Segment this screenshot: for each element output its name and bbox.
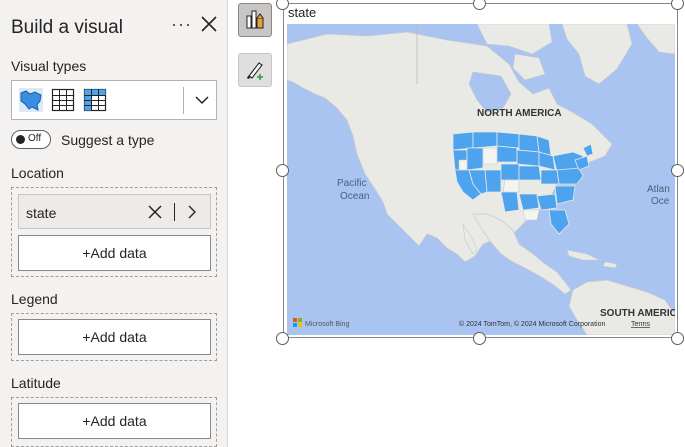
build-visual-icon xyxy=(246,10,264,29)
pane-title: Build a visual xyxy=(11,17,123,38)
map-copyright: © 2024 TomTom, © 2024 Microsoft Corporat… xyxy=(459,320,605,328)
toggle-knob xyxy=(16,135,25,144)
atlantic-label: Atlan xyxy=(647,184,670,195)
remove-field-icon[interactable] xyxy=(147,204,163,220)
legend-label: Legend xyxy=(11,291,58,307)
pacific-label: Pacific xyxy=(337,178,366,189)
more-options-button[interactable]: ··· xyxy=(171,14,192,35)
matrix-icon[interactable] xyxy=(83,88,107,112)
visual-title: state xyxy=(288,5,317,20)
bing-logo-text: Microsoft Bing xyxy=(305,321,349,328)
toggle-state: Off xyxy=(28,133,42,144)
map-visual[interactable]: state NORTH AMERICA Pacific Ocean Atlan … xyxy=(283,3,678,338)
types-divider xyxy=(183,87,184,114)
suggest-type-toggle[interactable]: Off xyxy=(11,130,51,149)
latitude-label: Latitude xyxy=(11,375,61,391)
resize-handle-right[interactable] xyxy=(671,164,684,177)
resize-handle-bottom-right[interactable] xyxy=(671,332,684,345)
south-america-label: SOUTH AMERIC xyxy=(600,308,675,319)
close-icon[interactable] xyxy=(199,14,219,34)
resize-handle-bottom[interactable] xyxy=(473,332,486,345)
filled-map-icon[interactable] xyxy=(19,88,43,112)
resize-handle-top-right[interactable] xyxy=(671,0,684,10)
legend-add-data-button[interactable]: +Add data xyxy=(18,319,211,355)
pill-divider xyxy=(174,203,175,221)
terms-link[interactable]: Terms xyxy=(631,321,651,328)
format-visual-button[interactable] xyxy=(238,53,272,87)
resize-handle-left[interactable] xyxy=(276,164,289,177)
build-visual-button[interactable] xyxy=(238,3,272,37)
chevron-right-icon[interactable] xyxy=(186,204,198,220)
resize-handle-bottom-left[interactable] xyxy=(276,332,289,345)
latitude-add-data-button[interactable]: +Add data xyxy=(18,403,211,439)
location-well: state +Add data xyxy=(11,187,217,277)
field-name: state xyxy=(26,205,57,221)
legend-well: +Add data xyxy=(11,313,217,361)
map-canvas[interactable]: NORTH AMERICA Pacific Ocean Atlan Oce SO… xyxy=(287,24,675,335)
pacific-ocean-label: Ocean xyxy=(340,191,369,202)
atlantic-ocean-label: Oce xyxy=(651,196,670,207)
suggest-type-label: Suggest a type xyxy=(61,132,155,148)
chevron-down-icon[interactable] xyxy=(192,90,212,110)
visual-types-label: Visual types xyxy=(11,58,87,74)
build-visual-pane: Build a visual ··· Visual types Off Sugg… xyxy=(0,0,228,447)
map-graphic: NORTH AMERICA Pacific Ocean Atlan Oce SO… xyxy=(287,24,675,335)
latitude-well: +Add data xyxy=(11,397,217,447)
north-america-label: NORTH AMERICA xyxy=(477,108,562,119)
location-label: Location xyxy=(11,165,64,181)
table-icon[interactable] xyxy=(51,88,75,112)
location-add-data-button[interactable]: +Add data xyxy=(18,235,211,271)
visual-types-picker xyxy=(11,80,217,120)
location-field-pill[interactable]: state xyxy=(18,194,211,229)
format-brush-icon xyxy=(247,62,263,80)
